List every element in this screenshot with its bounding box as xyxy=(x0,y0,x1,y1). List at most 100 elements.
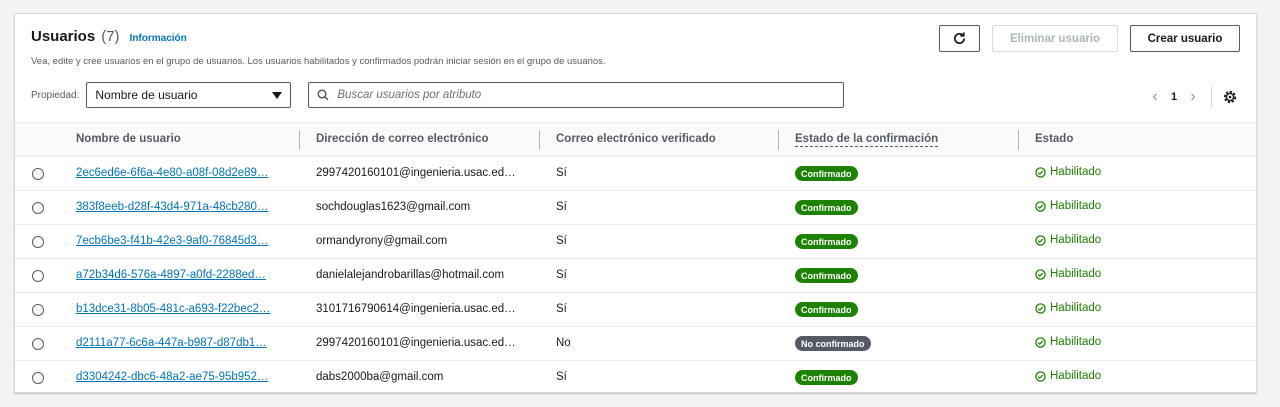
previous-page-icon[interactable]: ‹ xyxy=(1145,88,1165,106)
verified-cell: Sí xyxy=(556,371,567,383)
column-divider[interactable] xyxy=(1018,130,1019,150)
column-confirmation[interactable]: Estado de la confirmación xyxy=(795,133,939,147)
confirmation-badge: Confirmado xyxy=(795,370,858,385)
confirmation-badge: Confirmado xyxy=(795,166,858,181)
username-link[interactable]: d2111a77-6c6a-447a-b987-d87db1… xyxy=(76,337,267,349)
table-row[interactable]: a72b34d6-576a-4897-a0fd-2288ed… danielale… xyxy=(15,259,1256,293)
property-select-value: Nombre de usuario xyxy=(95,88,198,102)
check-circle-icon xyxy=(1035,302,1046,314)
email-cell: ormandyrony@gmail.com xyxy=(316,235,448,247)
gear-icon[interactable] xyxy=(1222,89,1238,105)
search-input[interactable]: Buscar usuarios por atributo xyxy=(308,82,845,108)
table-row[interactable]: 7ecb6be3-f41b-42e3-9af0-76845d3… ormandyr… xyxy=(15,225,1256,259)
property-label: Propiedad: xyxy=(31,89,80,101)
confirmation-badge: Confirmado xyxy=(795,234,858,249)
confirmation-badge: Confirmado xyxy=(795,200,858,215)
email-cell: sochdouglas1623@gmail.com xyxy=(316,201,471,213)
info-link[interactable]: Información xyxy=(130,33,187,44)
users-panel: Usuarios (7) Información Vea, edite y cr… xyxy=(14,13,1257,393)
row-select-radio[interactable] xyxy=(32,372,44,384)
table-row[interactable]: d3304242-dbc6-48a2-ae75-95b952… dabs2000b… xyxy=(15,361,1256,394)
column-divider[interactable] xyxy=(778,130,779,150)
page-description: Vea, edite y cree usuarios en el grupo d… xyxy=(31,56,606,67)
column-status[interactable]: Estado xyxy=(1035,133,1073,145)
check-circle-icon xyxy=(1035,234,1046,246)
column-divider[interactable] xyxy=(539,130,540,150)
username-link[interactable]: b13dce31-8b05-481c-a693-f22bec2… xyxy=(76,303,270,315)
pagination-divider xyxy=(1211,86,1212,108)
user-count: (7) xyxy=(101,28,120,45)
refresh-icon xyxy=(954,32,966,44)
table-row[interactable]: 383f8eeb-d28f-43d4-971a-48cb280… sochdoug… xyxy=(15,191,1256,225)
username-link[interactable]: 383f8eeb-d28f-43d4-971a-48cb280… xyxy=(76,201,268,213)
search-placeholder: Buscar usuarios por atributo xyxy=(337,89,482,101)
email-cell: dabs2000ba@gmail.com xyxy=(316,371,444,383)
panel-header: Usuarios (7) Información Vea, edite y cr… xyxy=(31,28,606,67)
username-link[interactable]: d3304242-dbc6-48a2-ae75-95b952… xyxy=(76,371,268,383)
row-select-radio[interactable] xyxy=(32,304,44,316)
check-circle-icon xyxy=(1035,200,1046,212)
status-label: Habilitado xyxy=(1050,336,1102,348)
caret-down-icon xyxy=(272,91,283,99)
table-row[interactable]: b13dce31-8b05-481c-a693-f22bec2… 31017167… xyxy=(15,293,1256,327)
username-link[interactable]: 7ecb6be3-f41b-42e3-9af0-76845d3… xyxy=(76,235,268,247)
status-cell: Habilitado xyxy=(1035,200,1101,212)
status-label: Habilitado xyxy=(1050,268,1102,280)
status-cell: Habilitado xyxy=(1035,234,1101,246)
status-label: Habilitado xyxy=(1050,200,1102,212)
table-header: Nombre de usuario Dirección de correo el… xyxy=(15,122,1256,157)
verified-cell: Sí xyxy=(556,269,567,281)
row-select-radio[interactable] xyxy=(32,236,44,248)
filter-bar: Propiedad: Nombre de usuario Buscar usua… xyxy=(31,82,845,108)
users-table: Nombre de usuario Dirección de correo el… xyxy=(15,122,1256,394)
username-link[interactable]: 2ec6ed6e-6f6a-4e80-a08f-08d2e89… xyxy=(76,167,268,179)
column-username[interactable]: Nombre de usuario xyxy=(76,133,181,145)
table-body: 2ec6ed6e-6f6a-4e80-a08f-08d2e89… 29974201… xyxy=(15,157,1256,394)
verified-cell: Sí xyxy=(556,201,567,213)
confirmation-badge: Confirmado xyxy=(795,268,858,283)
status-label: Habilitado xyxy=(1050,234,1102,246)
header-actions: Eliminar usuario Crear usuario xyxy=(939,25,1240,52)
next-page-icon[interactable]: › xyxy=(1183,88,1203,106)
status-label: Habilitado xyxy=(1050,302,1102,314)
status-cell: Habilitado xyxy=(1035,370,1101,382)
verified-cell: Sí xyxy=(556,167,567,179)
create-user-button[interactable]: Crear usuario xyxy=(1130,25,1240,52)
delete-user-button[interactable]: Eliminar usuario xyxy=(992,25,1118,52)
confirmation-badge: No confirmado xyxy=(795,336,871,351)
search-icon xyxy=(317,89,329,101)
property-select[interactable]: Nombre de usuario xyxy=(86,82,292,108)
confirmation-badge: Confirmado xyxy=(795,302,858,317)
check-circle-icon xyxy=(1035,336,1046,348)
pagination: ‹ 1 › xyxy=(1145,86,1238,108)
email-cell: 3101716790614@ingenieria.usac.ed… xyxy=(316,303,516,315)
email-cell: 2997420160101@ingenieria.usac.ed… xyxy=(316,167,516,179)
row-select-radio[interactable] xyxy=(32,168,44,180)
status-cell: Habilitado xyxy=(1035,268,1101,280)
table-row[interactable]: 2ec6ed6e-6f6a-4e80-a08f-08d2e89… 29974201… xyxy=(15,157,1256,191)
column-email[interactable]: Dirección de correo electrónico xyxy=(316,133,489,145)
status-cell: Habilitado xyxy=(1035,166,1101,178)
email-cell: danielalejandrobarillas@hotmail.com xyxy=(316,269,505,281)
username-link[interactable]: a72b34d6-576a-4897-a0fd-2288ed… xyxy=(76,269,266,281)
status-cell: Habilitado xyxy=(1035,302,1101,314)
table-row[interactable]: d2111a77-6c6a-447a-b987-d87db1… 299742016… xyxy=(15,327,1256,361)
verified-cell: Sí xyxy=(556,303,567,315)
verified-cell: No xyxy=(556,337,571,349)
row-select-radio[interactable] xyxy=(32,202,44,214)
row-select-radio[interactable] xyxy=(32,338,44,350)
status-cell: Habilitado xyxy=(1035,336,1101,348)
column-verified[interactable]: Correo electrónico verificado xyxy=(556,133,716,145)
row-select-radio[interactable] xyxy=(32,270,44,282)
refresh-button[interactable] xyxy=(939,25,980,52)
page-title: Usuarios xyxy=(31,28,96,45)
verified-cell: Sí xyxy=(556,235,567,247)
column-divider[interactable] xyxy=(299,130,300,150)
status-label: Habilitado xyxy=(1050,370,1102,382)
check-circle-icon xyxy=(1035,166,1046,178)
status-label: Habilitado xyxy=(1050,166,1102,178)
check-circle-icon xyxy=(1035,370,1046,382)
check-circle-icon xyxy=(1035,268,1046,280)
email-cell: 2997420160101@ingenieria.usac.ed… xyxy=(316,337,516,349)
page-number[interactable]: 1 xyxy=(1165,91,1183,103)
